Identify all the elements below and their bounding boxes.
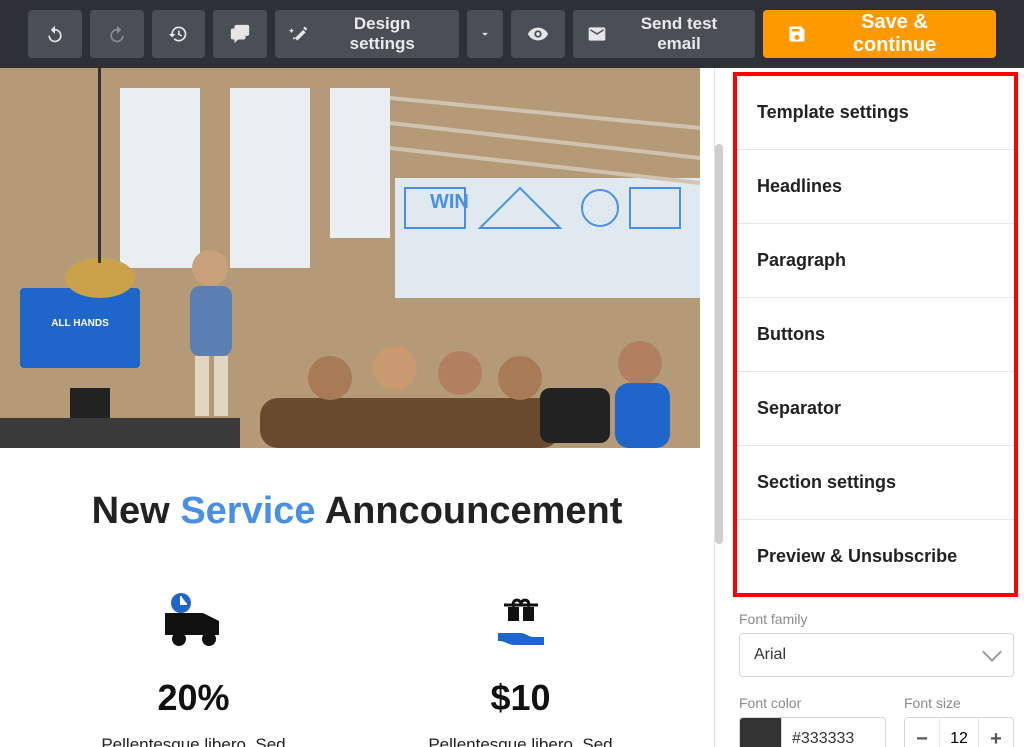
- headline-text-part2: Anncouncement: [316, 490, 623, 532]
- font-family-label: Font family: [739, 611, 1014, 627]
- magic-wand-icon: [289, 24, 309, 44]
- email-icon: [587, 24, 607, 44]
- color-swatch[interactable]: [740, 718, 782, 747]
- tab-paragraph[interactable]: Paragraph: [737, 224, 1014, 298]
- font-color-size-row: Font color #333333 Font size − 12 +: [739, 695, 1014, 747]
- font-family-field: Font family Arial: [739, 611, 1014, 677]
- send-test-email-button[interactable]: Send test email: [573, 10, 755, 58]
- features-row: 20% Pellentesque libero. Sed $10: [0, 593, 714, 747]
- feature-2-sub: Pellentesque libero. Sed: [391, 735, 651, 747]
- save-icon: [787, 24, 807, 44]
- feature-1-value: 20%: [64, 677, 324, 719]
- design-settings-dropdown-button[interactable]: [467, 10, 503, 58]
- main-layout: WIN ALL HANDS: [0, 68, 1024, 747]
- history-icon: [168, 24, 188, 44]
- email-headline[interactable]: New Service Anncouncement: [10, 490, 704, 533]
- font-color-input[interactable]: #333333: [739, 717, 886, 747]
- send-test-email-label: Send test email: [617, 14, 741, 54]
- feature-1-sub: Pellentesque libero. Sed: [64, 735, 324, 747]
- hero-image[interactable]: WIN ALL HANDS: [0, 68, 700, 448]
- font-size-label: Font size: [904, 695, 1014, 711]
- top-toolbar: Design settings Send test email Save & c…: [0, 0, 1024, 68]
- chevron-down-icon: [982, 642, 1002, 662]
- design-settings-label: Design settings: [319, 14, 445, 54]
- font-size-value: 12: [939, 718, 979, 747]
- tab-headlines[interactable]: Headlines: [737, 150, 1014, 224]
- headline-accent: Service: [180, 490, 315, 532]
- truck-icon: [64, 593, 324, 649]
- svg-text:ALL HANDS: ALL HANDS: [51, 318, 109, 329]
- preview-button[interactable]: [511, 10, 565, 58]
- save-continue-label: Save & continue: [817, 11, 972, 57]
- sidebar-scroll-indicator[interactable]: [715, 144, 723, 544]
- undo-button[interactable]: [28, 10, 82, 58]
- font-size-stepper[interactable]: − 12 +: [904, 717, 1014, 747]
- font-size-increment[interactable]: +: [979, 718, 1013, 747]
- settings-tabs-panel: Template settings Headlines Paragraph Bu…: [733, 72, 1018, 597]
- save-continue-button[interactable]: Save & continue: [763, 10, 996, 58]
- gift-hand-icon: [391, 593, 651, 649]
- tab-section-settings[interactable]: Section settings: [737, 446, 1014, 520]
- font-size-decrement[interactable]: −: [905, 718, 939, 747]
- eye-icon: [527, 23, 549, 45]
- headline-text-part1: New: [92, 490, 181, 532]
- design-settings-button[interactable]: Design settings: [275, 10, 459, 58]
- font-size-field: Font size − 12 +: [904, 695, 1014, 747]
- feature-2[interactable]: $10 Pellentesque libero. Sed: [391, 593, 651, 747]
- undo-icon: [45, 24, 65, 44]
- history-button[interactable]: [152, 10, 206, 58]
- caret-down-icon: [478, 27, 492, 41]
- font-family-value: Arial: [754, 646, 786, 664]
- email-canvas: WIN ALL HANDS: [0, 68, 714, 747]
- right-sidebar: Template settings Headlines Paragraph Bu…: [714, 68, 1024, 747]
- font-family-select[interactable]: Arial: [739, 633, 1014, 677]
- redo-icon: [107, 24, 127, 44]
- comments-icon: [229, 23, 251, 45]
- tab-separator[interactable]: Separator: [737, 372, 1014, 446]
- canvas-scroll-area[interactable]: WIN ALL HANDS: [0, 68, 714, 747]
- comments-button[interactable]: [213, 10, 267, 58]
- feature-1[interactable]: 20% Pellentesque libero. Sed: [64, 593, 324, 747]
- tab-buttons[interactable]: Buttons: [737, 298, 1014, 372]
- tab-preview-unsubscribe[interactable]: Preview & Unsubscribe: [737, 520, 1014, 593]
- svg-text:WIN: WIN: [430, 191, 469, 213]
- tab-template-settings[interactable]: Template settings: [737, 76, 1014, 150]
- redo-button[interactable]: [90, 10, 144, 58]
- font-color-hex[interactable]: #333333: [782, 718, 885, 747]
- font-color-field: Font color #333333: [739, 695, 886, 747]
- font-color-label: Font color: [739, 695, 886, 711]
- feature-2-value: $10: [391, 677, 651, 719]
